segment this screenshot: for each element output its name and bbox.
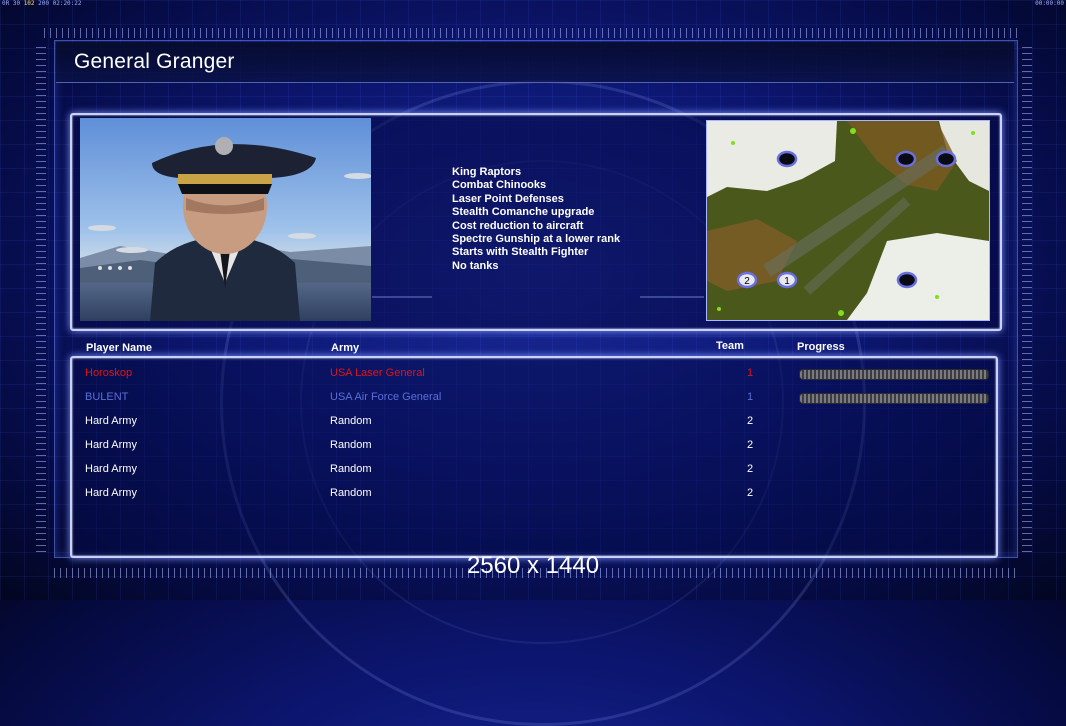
player-team: 1: [746, 367, 754, 379]
player-name: Horoskop: [85, 367, 133, 379]
header-player-name: Player Name: [86, 342, 153, 354]
player-army: Random: [330, 487, 372, 499]
resolution-label: 2560 x 1440: [466, 552, 600, 579]
player-army: Random: [330, 415, 372, 427]
player-team: 2: [746, 487, 754, 499]
minimap-start-positions: 2 1: [736, 150, 957, 289]
feature-item: No tanks: [452, 259, 499, 272]
feature-item: Spectre Gunship at a lower rank: [452, 233, 621, 246]
feature-item: Combat Chinooks: [452, 179, 547, 192]
header-progress: Progress: [797, 341, 845, 353]
feature-item: Stealth Comanche upgrade: [452, 206, 595, 219]
crosshair-right: [640, 296, 704, 298]
load-progress-bar: [799, 393, 989, 404]
feature-item: Starts with Stealth Fighter: [452, 246, 589, 259]
page-title: General Granger: [74, 50, 235, 73]
crosshair-left: [372, 296, 432, 298]
player-army: Random: [330, 463, 372, 475]
start-position-marker: [935, 150, 957, 168]
player-name: Hard Army: [85, 487, 137, 499]
start-position-marker: [895, 150, 917, 168]
table-row[interactable]: Hard Army Random 2: [85, 415, 995, 433]
player-name: BULENT: [85, 391, 129, 403]
table-row[interactable]: Horoskop USA Laser General 1: [85, 367, 995, 385]
table-row[interactable]: Hard Army Random 2: [85, 487, 995, 505]
fps-stats: 0R 30 102 200 02:20:22: [2, 0, 82, 7]
player-team: 2: [746, 463, 754, 475]
player-army: USA Air Force General: [330, 391, 442, 403]
player-team: 2: [746, 439, 754, 451]
table-row[interactable]: Hard Army Random 2: [85, 463, 995, 481]
players-table-panel: [70, 356, 998, 558]
start-position-marker: [776, 150, 798, 168]
general-portrait-image: [80, 137, 371, 321]
ruler-top: [44, 28, 1022, 38]
status-bar: 0R 30 102 200 02:20:22 00:00:00: [0, 0, 1066, 8]
table-row[interactable]: BULENT USA Air Force General 1: [85, 391, 995, 409]
start-position-label-1: 1: [784, 276, 790, 287]
clock: 00:00:00: [1035, 0, 1064, 7]
ruler-right: [1022, 44, 1032, 552]
player-name: Hard Army: [85, 463, 137, 475]
player-name: Hard Army: [85, 415, 137, 427]
start-position-marker: [896, 271, 918, 289]
general-portrait: [80, 118, 371, 321]
player-name: Hard Army: [85, 439, 137, 451]
player-team: 1: [746, 391, 754, 403]
general-features-list: King Raptors Combat Chinooks Laser Point…: [452, 166, 620, 273]
header-team: Team: [716, 340, 744, 352]
start-position-label-2: 2: [744, 276, 750, 287]
header-army: Army: [331, 342, 360, 354]
feature-item: Laser Point Defenses: [452, 192, 564, 205]
player-army: USA Laser General: [330, 367, 425, 379]
feature-item: King Raptors: [452, 166, 522, 178]
player-army: Random: [330, 439, 372, 451]
ruler-left: [36, 44, 46, 552]
minimap: 2 1: [706, 120, 990, 321]
feature-item: Cost reduction to aircraft: [452, 219, 584, 232]
load-progress-bar: [799, 369, 989, 380]
player-team: 2: [746, 415, 754, 427]
table-row[interactable]: Hard Army Random 2: [85, 439, 995, 457]
